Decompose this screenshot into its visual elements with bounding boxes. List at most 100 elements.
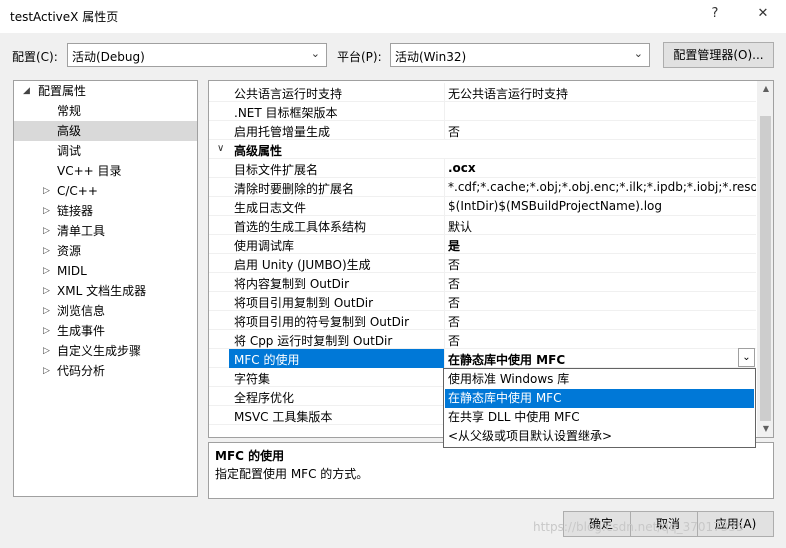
tree-item-label: VC++ 目录	[57, 164, 122, 178]
tree-item-xml-doc-generator[interactable]: ▷ XML 文档生成器	[14, 281, 197, 301]
tree-item-label: 链接器	[57, 204, 94, 218]
chevron-down-icon: ⌄	[742, 352, 751, 363]
collapsed-arrow-icon: ▷	[43, 346, 50, 356]
collapsed-arrow-icon: ▷	[43, 306, 50, 316]
tree-item-resources[interactable]: ▷ 资源	[14, 241, 197, 261]
property-name: .NET 目标框架版本	[234, 106, 338, 120]
property-name: 启用 Unity (JUMBO)生成	[234, 258, 371, 272]
tree-item-config-properties[interactable]: ◢ 配置属性	[14, 81, 197, 101]
property-name: MFC 的使用	[234, 353, 300, 367]
configuration-manager-button[interactable]: 配置管理器(O)...	[663, 42, 774, 68]
collapsed-arrow-icon: ▷	[43, 366, 50, 376]
property-row[interactable]: 启用托管增量生成 否	[209, 121, 756, 140]
collapsed-arrow-icon: ▷	[43, 206, 50, 216]
mfc-dropdown-button[interactable]: ⌄	[738, 348, 755, 367]
tree-item-code-analysis[interactable]: ▷ 代码分析	[14, 361, 197, 381]
property-name: 字符集	[234, 372, 271, 386]
property-row[interactable]: 目标文件扩展名 .ocx	[209, 159, 756, 178]
tree-item-custom-build-step[interactable]: ▷ 自定义生成步骤	[14, 341, 197, 361]
tree-item-build-events[interactable]: ▷ 生成事件	[14, 321, 197, 341]
tree-item-label: 生成事件	[57, 324, 106, 338]
description-title: MFC 的使用	[215, 449, 285, 463]
property-value[interactable]: *.cdf;*.cache;*.obj;*.obj.enc;*.ilk;*.ip…	[448, 180, 756, 194]
property-row[interactable]: 将项目引用的符号复制到 OutDir 否	[209, 311, 756, 330]
property-value[interactable]: 否	[448, 275, 756, 292]
property-row[interactable]: 将 Cpp 运行时复制到 OutDir 否	[209, 330, 756, 349]
description-panel: MFC 的使用 指定配置使用 MFC 的方式。	[208, 442, 774, 499]
tree-item-label: 配置属性	[38, 84, 87, 98]
property-name: 公共语言运行时支持	[234, 87, 343, 101]
scroll-up-arrow-icon[interactable]: ▲	[759, 84, 773, 93]
property-row[interactable]: .NET 目标框架版本	[209, 102, 756, 121]
chevron-down-icon: ⌄	[633, 47, 643, 60]
property-value[interactable]: 默认	[448, 218, 756, 235]
property-value[interactable]: 否	[448, 294, 756, 311]
property-name: 目标文件扩展名	[234, 163, 319, 177]
category-row-advanced[interactable]: ∨ 高级属性	[209, 140, 756, 159]
tree-item-cpp[interactable]: ▷ C/C++	[14, 181, 197, 201]
property-value[interactable]: 在静态库中使用 MFC	[448, 351, 756, 368]
dropdown-option-selected[interactable]: 在静态库中使用 MFC	[445, 389, 754, 408]
scrollbar-thumb[interactable]	[760, 116, 771, 421]
collapsed-arrow-icon: ▷	[43, 246, 50, 256]
platform-select[interactable]: 活动(Win32) ⌄	[390, 43, 650, 67]
expanded-arrow-icon[interactable]: ∨	[217, 143, 224, 154]
property-row[interactable]: 使用调试库 是	[209, 235, 756, 254]
collapsed-arrow-icon: ▷	[43, 186, 50, 196]
tree-item-label: 调试	[57, 144, 82, 158]
property-value[interactable]: 是	[448, 237, 756, 254]
property-value[interactable]: $(IntDir)$(MSBuildProjectName).log	[448, 199, 756, 213]
category-name: 高级属性	[234, 144, 283, 158]
tree-item-label: 资源	[57, 244, 82, 258]
property-tree: ◢ 配置属性 常规 高级 调试 VC++ 目录 ▷ C/C++ ▷ 链接器 ▷ …	[13, 80, 198, 497]
platform-label: 平台(P):	[337, 50, 382, 64]
property-name: 首选的生成工具体系结构	[234, 220, 367, 234]
property-value[interactable]: 否	[448, 332, 756, 349]
tree-item-label: MIDL	[57, 264, 87, 278]
property-value[interactable]: 否	[448, 123, 756, 140]
expanded-arrow-icon: ◢	[23, 86, 30, 96]
title-bar: testActiveX 属性页 ? ✕	[0, 0, 786, 33]
collapsed-arrow-icon: ▷	[43, 266, 50, 276]
property-row[interactable]: 将内容复制到 OutDir 否	[209, 273, 756, 292]
tree-item-browse-info[interactable]: ▷ 浏览信息	[14, 301, 197, 321]
property-value[interactable]: 否	[448, 256, 756, 273]
property-value[interactable]: 无公共语言运行时支持	[448, 85, 756, 102]
dropdown-option[interactable]: 使用标准 Windows 库	[445, 370, 754, 389]
config-select[interactable]: 活动(Debug) ⌄	[67, 43, 327, 67]
property-row[interactable]: 清除时要删除的扩展名 *.cdf;*.cache;*.obj;*.obj.enc…	[209, 178, 756, 197]
dropdown-option[interactable]: 在共享 DLL 中使用 MFC	[445, 408, 754, 427]
property-row[interactable]: 首选的生成工具体系结构 默认	[209, 216, 756, 235]
tree-item-manifest-tool[interactable]: ▷ 清单工具	[14, 221, 197, 241]
property-name: 使用调试库	[234, 239, 295, 253]
close-button[interactable]: ✕	[748, 6, 778, 26]
dropdown-option[interactable]: <从父级或项目默认设置继承>	[445, 427, 754, 446]
platform-select-value: 活动(Win32)	[395, 50, 467, 64]
tree-item-general[interactable]: 常规	[14, 101, 197, 121]
property-name: 将项目引用复制到 OutDir	[234, 296, 374, 310]
tree-item-label: XML 文档生成器	[57, 284, 147, 298]
property-row[interactable]: 将项目引用复制到 OutDir 否	[209, 292, 756, 311]
property-name: 将项目引用的符号复制到 OutDir	[234, 315, 410, 329]
help-button[interactable]: ?	[700, 6, 730, 26]
tree-item-debugging[interactable]: 调试	[14, 141, 197, 161]
collapsed-arrow-icon: ▷	[43, 286, 50, 296]
chevron-down-icon: ⌄	[310, 47, 320, 60]
tree-item-advanced[interactable]: 高级	[14, 121, 197, 141]
config-select-value: 活动(Debug)	[72, 50, 145, 64]
collapsed-arrow-icon: ▷	[43, 226, 50, 236]
tree-item-linker[interactable]: ▷ 链接器	[14, 201, 197, 221]
property-row-selected[interactable]: MFC 的使用 在静态库中使用 MFC	[209, 349, 756, 368]
tree-item-vc-directories[interactable]: VC++ 目录	[14, 161, 197, 181]
property-row[interactable]: 生成日志文件 $(IntDir)$(MSBuildProjectName).lo…	[209, 197, 756, 216]
tree-item-midl[interactable]: ▷ MIDL	[14, 261, 197, 281]
property-name: 将 Cpp 运行时复制到 OutDir	[234, 334, 393, 348]
tree-item-label: 高级	[57, 124, 82, 138]
property-row[interactable]: 公共语言运行时支持 无公共语言运行时支持	[209, 83, 756, 102]
property-value[interactable]: 否	[448, 313, 756, 330]
property-row[interactable]: 启用 Unity (JUMBO)生成 否	[209, 254, 756, 273]
property-value[interactable]: .ocx	[448, 161, 756, 175]
scroll-down-arrow-icon[interactable]: ▼	[759, 424, 773, 433]
property-name: 清除时要删除的扩展名	[234, 182, 355, 196]
tree-item-label: 清单工具	[57, 224, 106, 238]
